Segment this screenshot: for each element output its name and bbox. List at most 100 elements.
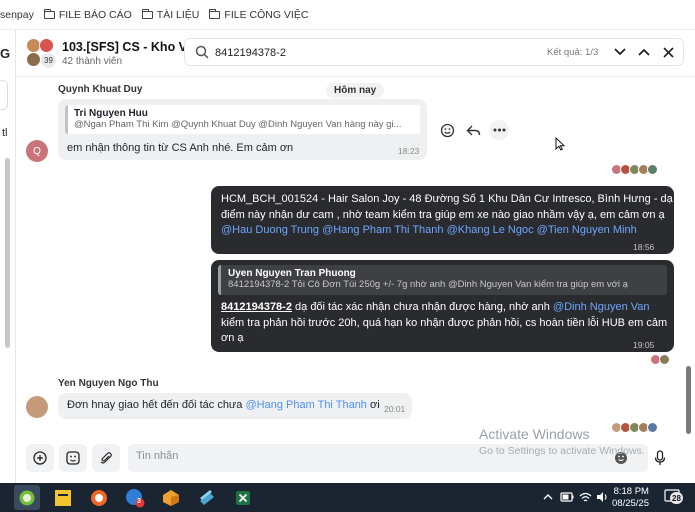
panel-box[interactable] [0, 80, 8, 110]
message-list[interactable]: Quynh Khuat Duy Hôm nay Q Tri Nguyen Huu… [16, 78, 695, 435]
wifi-icon[interactable] [579, 491, 592, 503]
search-icon [195, 45, 209, 59]
office-icon [91, 489, 107, 506]
reply-button[interactable] [463, 120, 483, 140]
more-icon [493, 128, 505, 132]
group-name[interactable]: 103.[SFS] CS - Kho Vận [62, 40, 202, 54]
bookmark-tai-lieu[interactable]: TÀI LIỆU [141, 8, 199, 21]
voice-button[interactable] [646, 444, 674, 472]
close-icon [662, 46, 674, 58]
notification-center[interactable]: 28 [664, 489, 683, 505]
chevron-up-icon [638, 48, 650, 56]
sticker-icon [66, 451, 80, 465]
chevron-down-icon [614, 48, 626, 56]
reader-avatar [647, 422, 658, 433]
read-receipts[interactable] [611, 164, 658, 175]
app-icon-notes[interactable] [50, 485, 76, 510]
excel-icon [236, 490, 250, 505]
mention-link[interactable]: @Hang Pham Thi Thanh [322, 224, 443, 236]
taskbar: 3 8:18 PM 08/25/25 28 [0, 483, 695, 512]
mention-link[interactable]: @Dinh Nguyen Van [553, 301, 650, 313]
add-button[interactable] [26, 444, 54, 472]
message-bubble-own[interactable]: Uyen Nguyen Tran Phuong 8412194378-2 Tỏi… [211, 260, 674, 352]
panel-text: tl [2, 127, 8, 139]
folder-icon [209, 8, 221, 19]
sender-name: Quynh Khuat Duy [58, 84, 143, 95]
attach-button[interactable] [92, 444, 120, 472]
reader-avatar [659, 354, 670, 365]
react-button[interactable] [437, 120, 457, 140]
battery-icon[interactable] [560, 492, 574, 502]
app-icon-stack[interactable] [194, 485, 220, 510]
chat-app-icon [126, 488, 145, 507]
panel-scrollbar[interactable] [5, 158, 10, 348]
mention-link[interactable]: @Khang Le Ngoc [447, 224, 534, 236]
quote-author: Tri Nguyen Huu [74, 108, 148, 119]
message-text: Đơn hnay giao hết đến đối tác chưa @Hang… [67, 399, 380, 411]
avatar[interactable]: Q [26, 140, 48, 162]
app-icon-tool[interactable] [158, 485, 184, 510]
activate-windows-subtitle: Go to Settings to activate Windows. [479, 445, 645, 457]
order-code-link[interactable]: 8412194378-2 [221, 301, 292, 313]
mention-link[interactable]: @Hang Pham Thi Thanh [245, 399, 366, 411]
member-avatar [26, 52, 41, 67]
close-search-button[interactable] [659, 43, 677, 61]
group-avatar[interactable]: 39 [26, 38, 56, 68]
message-input[interactable] [136, 450, 436, 462]
app-icon-office[interactable] [86, 485, 112, 510]
read-receipts[interactable] [650, 354, 670, 365]
quoted-message[interactable]: Tri Nguyen Huu @Ngan Pham Thi Kim @Quynh… [65, 105, 420, 134]
orange-box-icon [163, 489, 179, 506]
mention-link[interactable]: @Hau Duong Trung [221, 224, 319, 236]
more-button[interactable] [489, 120, 509, 140]
bookmark-senpay[interactable]: senpay [0, 9, 34, 21]
message-time: 18:56 [633, 242, 655, 252]
prev-result-button[interactable] [635, 43, 653, 61]
tray-chevron-up-icon[interactable] [543, 493, 553, 500]
app-icon-excel[interactable] [230, 485, 256, 510]
message-bubble[interactable]: Đơn hnay giao hết đến đối tác chưa @Hang… [58, 393, 412, 419]
mouse-cursor-icon [555, 137, 565, 151]
next-result-button[interactable] [611, 43, 629, 61]
reply-icon [466, 125, 480, 135]
avatar[interactable] [26, 396, 48, 418]
clock-date: 08/25/25 [612, 498, 649, 509]
chat-badge: 3 [137, 498, 141, 505]
system-clock[interactable]: 8:18 PM 08/25/25 [612, 486, 649, 510]
sticker-button[interactable] [59, 444, 87, 472]
message-time: 20:01 [384, 404, 406, 414]
smile-icon [440, 123, 454, 137]
bookmark-file-bao-cao[interactable]: FILE BÁO CÁO [43, 8, 132, 21]
message-bubble-own[interactable]: HCM_BCH_001524 - Hair Salon Joy - 48 Đườ… [211, 186, 674, 254]
globe-icon [19, 490, 35, 505]
reader-avatar [647, 164, 658, 175]
volume-icon[interactable] [596, 491, 609, 503]
activate-windows-title: Activate Windows [479, 426, 590, 442]
message-scrollbar[interactable] [686, 366, 691, 434]
app-icon-globe[interactable] [14, 485, 40, 510]
member-count[interactable]: 42 thành viên [62, 56, 122, 67]
paperclip-icon [100, 452, 112, 464]
quote-text: 8412194378-2 Tỏi Cô Đơn Túi 250g +/- 7g … [228, 279, 628, 290]
bookmark-file-cong-viec[interactable]: FILE CÔNG VIỆC [209, 8, 308, 21]
message-bubble[interactable]: Tri Nguyen Huu @Ngan Pham Thi Kim @Quynh… [58, 99, 427, 160]
folder-icon [141, 8, 153, 19]
app-icon-chat[interactable]: 3 [122, 485, 148, 510]
panel-letter: G [0, 46, 11, 61]
sender-name: Yen Nguyen Ngo Thu [58, 378, 159, 389]
quote-text: @Ngan Pham Thi Kim @Quynh Khuat Duy @Din… [74, 119, 402, 130]
message-text: 8412194378-2 dạ đối tác xác nhận chưa nh… [221, 301, 668, 344]
stack-icon [200, 489, 214, 505]
microphone-icon [654, 450, 666, 465]
message-text: em nhận thông tin từ CS Anh nhé. Em cảm … [67, 142, 294, 154]
mention-link[interactable]: @Tien Nguyen Minh [537, 224, 637, 236]
conversation-list-edge: G tl [0, 30, 16, 483]
notification-count: 28 [670, 492, 683, 504]
bookmarks-bar: senpay FILE BÁO CÁO TÀI LIỆU FILE CÔNG V… [0, 0, 695, 30]
message-time: 19:05 [633, 340, 655, 350]
chat-header: 39 103.[SFS] CS - Kho Vận 42 thành viên … [16, 30, 695, 77]
member-count-badge: 39 [41, 53, 56, 68]
read-receipts[interactable] [611, 422, 658, 433]
quoted-message[interactable]: Uyen Nguyen Tran Phuong 8412194378-2 Tỏi… [218, 265, 667, 295]
search-input[interactable] [215, 44, 515, 61]
